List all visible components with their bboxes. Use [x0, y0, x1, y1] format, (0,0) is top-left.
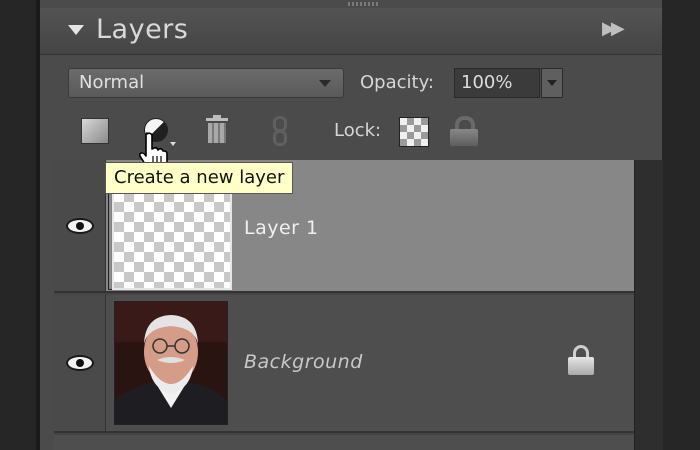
lock-body	[450, 129, 478, 146]
lock-label: Lock:	[334, 120, 382, 141]
portrait-image	[115, 302, 227, 424]
left-background	[0, 0, 36, 450]
lock-transparent-pixels-button[interactable]	[399, 117, 429, 147]
lock-body	[568, 357, 594, 375]
chevron-down-icon	[547, 80, 557, 86]
opacity-value: 100%	[461, 72, 513, 93]
tooltip: Create a new layer	[105, 162, 294, 194]
layer-thumbnail	[112, 190, 232, 290]
panel-title: Layers	[96, 14, 189, 45]
link-icon-lower	[273, 130, 287, 146]
opacity-label: Opacity:	[360, 72, 434, 93]
panel-grip[interactable]	[348, 2, 378, 6]
collapse-triangle-icon[interactable]	[68, 25, 84, 35]
trash-lid	[206, 118, 228, 121]
layer-row-empty	[54, 435, 634, 450]
eye-pupil	[76, 222, 84, 230]
blend-mode-dropdown[interactable]: Normal	[68, 68, 344, 98]
panel-menu-icon[interactable]: ▶▶	[602, 18, 625, 39]
eye-icon[interactable]	[66, 355, 94, 371]
panel-header: Layers ▶▶	[40, 8, 662, 55]
layer-row-background[interactable]: Background	[54, 295, 634, 433]
link-layers-button[interactable]	[262, 114, 296, 148]
layer-name[interactable]: Layer 1	[244, 217, 319, 239]
opacity-input[interactable]: 100%	[454, 68, 540, 98]
layers-list: Layer 1 Background	[54, 160, 634, 450]
chevron-down-icon	[319, 80, 331, 87]
visibility-column	[54, 295, 106, 431]
delete-layer-button[interactable]	[200, 114, 234, 148]
layers-panel: Layers ▶▶ Normal Opacity: 100% Lock: Lay…	[40, 0, 663, 450]
blend-mode-value: Normal	[79, 72, 145, 93]
lock-icon	[566, 345, 596, 377]
new-layer-button[interactable]	[78, 114, 112, 148]
right-background	[662, 0, 700, 450]
eye-pupil	[76, 359, 84, 367]
layer-thumbnail-portrait	[114, 301, 228, 425]
eye-icon[interactable]	[66, 218, 94, 234]
trash-bin	[208, 123, 226, 143]
lock-all-button[interactable]	[448, 114, 480, 148]
layer-name[interactable]: Background	[244, 351, 363, 373]
new-layer-icon	[81, 118, 109, 144]
visibility-column	[54, 160, 106, 291]
opacity-slider-button[interactable]	[541, 68, 563, 98]
scrollbar[interactable]	[634, 160, 663, 450]
